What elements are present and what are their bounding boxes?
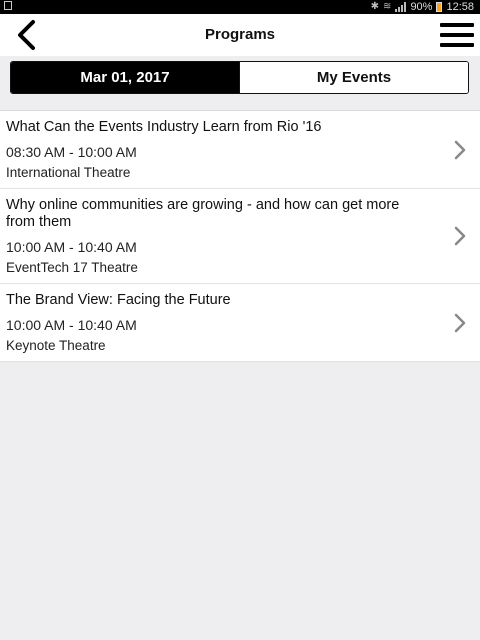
battery-icon — [436, 2, 443, 12]
program-item[interactable]: Why online communities are growing - and… — [0, 189, 480, 284]
program-time: 10:00 AM - 10:40 AM — [6, 239, 137, 255]
page-title: Programs — [204, 26, 276, 43]
program-title: Why online communities are growing - and… — [6, 197, 400, 230]
status-icons: ✱ ≋ 90% 12:58 — [371, 0, 474, 14]
program-venue: EventTech 17 Theatre — [6, 260, 138, 275]
wifi-icon: ≋ — [383, 1, 392, 12]
program-venue: Keynote Theatre — [6, 338, 106, 353]
program-item[interactable]: What Can the Events Industry Learn from … — [0, 111, 480, 189]
clock: 12:58 — [446, 1, 474, 13]
program-item[interactable]: The Brand View: Facing the Future 10:00 … — [0, 284, 480, 362]
battery-percent: 90% — [410, 1, 433, 13]
notification-icon — [4, 1, 12, 10]
tab-my-events[interactable]: My Events — [239, 62, 468, 93]
chevron-right-icon — [454, 313, 466, 332]
program-list: What Can the Events Industry Learn from … — [0, 110, 480, 362]
signal-icon — [395, 2, 407, 12]
app-header: Programs — [0, 14, 480, 56]
tab-date[interactable]: Mar 01, 2017 — [11, 62, 239, 93]
chevron-right-icon — [454, 226, 466, 246]
menu-button[interactable] — [440, 20, 474, 50]
chevron-right-icon — [454, 140, 466, 159]
segment-bar: Mar 01, 2017 My Events — [0, 56, 480, 110]
segmented-control: Mar 01, 2017 My Events — [10, 61, 469, 94]
bluetooth-icon: ✱ — [370, 1, 380, 12]
status-bar: ✱ ≋ 90% 12:58 — [0, 0, 480, 14]
program-time: 10:00 AM - 10:40 AM — [6, 317, 137, 333]
program-venue: International Theatre — [6, 165, 131, 180]
program-title: The Brand View: Facing the Future — [6, 292, 231, 308]
hamburger-menu-icon — [440, 23, 474, 27]
program-time: 08:30 AM - 10:00 AM — [6, 144, 137, 160]
program-title: What Can the Events Industry Learn from … — [6, 119, 322, 135]
